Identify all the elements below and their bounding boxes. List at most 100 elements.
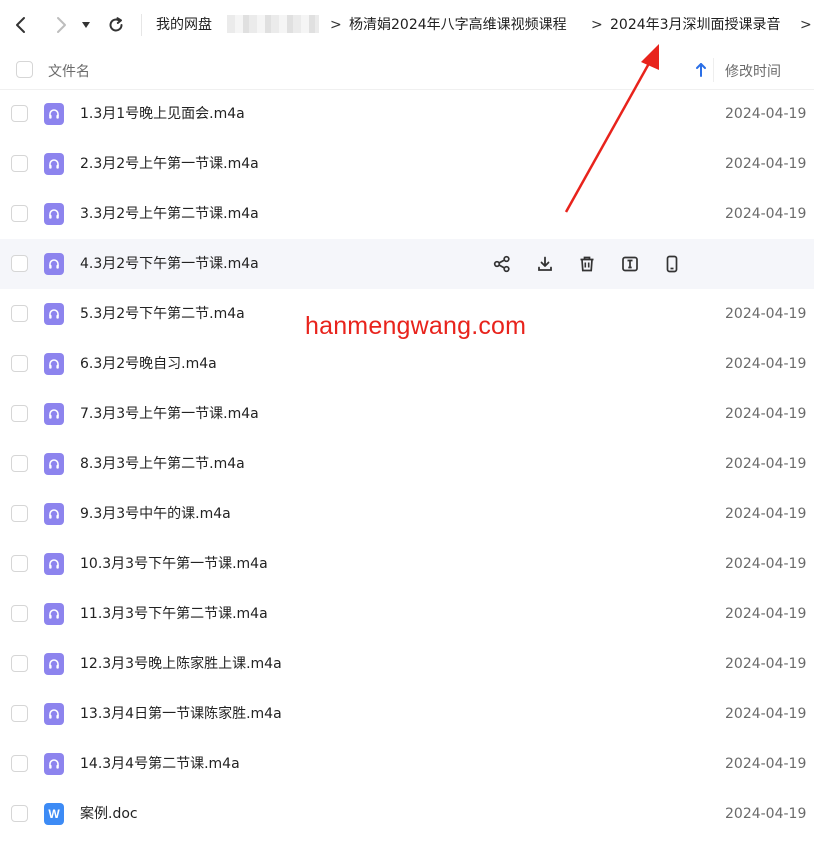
- headphones-glyph: [49, 409, 59, 419]
- column-header-modified-time[interactable]: 修改时间: [725, 61, 781, 81]
- row-checkbox[interactable]: [11, 805, 28, 822]
- row-checkbox[interactable]: [11, 355, 28, 372]
- file-name[interactable]: 7.3月3号上午第一节课.m4a: [80, 404, 259, 424]
- file-name[interactable]: 1.3月1号晚上见面会.m4a: [80, 104, 245, 124]
- file-row[interactable]: 8.3月3号上午第二节.m4a 2024-04-19: [0, 439, 814, 489]
- file-row[interactable]: 12.3月3号晚上陈家胜上课.m4a 2024-04-19: [0, 639, 814, 689]
- file-modified-time: 2024-04-19: [725, 506, 807, 522]
- audio-icon: [44, 303, 64, 325]
- file-name[interactable]: 6.3月2号晚自习.m4a: [80, 354, 217, 374]
- file-row[interactable]: W 案例.doc 2024-04-19: [0, 789, 814, 839]
- headphones-glyph: [49, 259, 59, 269]
- audio-icon: [44, 403, 64, 425]
- file-row[interactable]: 14.3月4号第二节课.m4a 2024-04-19: [0, 739, 814, 789]
- file-name[interactable]: 4.3月2号下午第一节课.m4a: [80, 254, 259, 274]
- download-button[interactable]: [533, 252, 557, 276]
- file-name[interactable]: 8.3月3号上午第二节.m4a: [80, 454, 245, 474]
- file-name[interactable]: 2.3月2号上午第一节课.m4a: [80, 154, 259, 174]
- file-name[interactable]: 14.3月4号第二节课.m4a: [80, 754, 240, 774]
- file-list: 1.3月1号晚上见面会.m4a 2024-04-19 2.3月2号上午第一节课.m4…: [0, 89, 814, 839]
- headphones-glyph: [49, 559, 59, 569]
- headphones-glyph: [49, 659, 59, 669]
- file-modified-time: 2024-04-19: [725, 356, 807, 372]
- chevron-right-icon: [57, 17, 66, 33]
- breadcrumb-item-current[interactable]: 2024年3月深圳面授课录音: [610, 15, 781, 35]
- headphones-glyph: [49, 609, 59, 619]
- file-row[interactable]: 6.3月2号晚自习.m4a 2024-04-19: [0, 339, 814, 389]
- row-checkbox[interactable]: [11, 105, 28, 122]
- history-dropdown-button[interactable]: [76, 10, 96, 40]
- rename-button[interactable]: [618, 252, 642, 276]
- forward-button[interactable]: [46, 10, 76, 40]
- rename-icon: [621, 256, 638, 272]
- file-name[interactable]: 10.3月3号下午第一节课.m4a: [80, 554, 268, 574]
- file-row[interactable]: 10.3月3号下午第一节课.m4a 2024-04-19: [0, 539, 814, 589]
- file-row[interactable]: 1.3月1号晚上见面会.m4a 2024-04-19: [0, 89, 814, 139]
- toolbar: 我的网盘 > 杨清娟2024年八字高维课视频课程 > 2024年3月深圳面授课录…: [0, 0, 814, 50]
- file-modified-time: 2024-04-19: [725, 806, 807, 822]
- breadcrumb-separator: >: [330, 17, 342, 33]
- column-header-name[interactable]: 文件名: [48, 61, 90, 81]
- audio-icon: [44, 703, 64, 725]
- file-modified-time: 2024-04-19: [725, 756, 807, 772]
- headphones-glyph: [49, 509, 59, 519]
- file-modified-time: 2024-04-19: [725, 106, 807, 122]
- row-checkbox[interactable]: [11, 155, 28, 172]
- audio-icon: [44, 753, 64, 775]
- row-checkbox[interactable]: [11, 255, 28, 272]
- audio-icon: [44, 503, 64, 525]
- refresh-button[interactable]: [101, 10, 131, 40]
- row-checkbox[interactable]: [11, 505, 28, 522]
- back-button[interactable]: [6, 10, 36, 40]
- file-name[interactable]: 9.3月3号中午的课.m4a: [80, 504, 231, 524]
- file-name[interactable]: 3.3月2号上午第二节课.m4a: [80, 204, 259, 224]
- file-modified-time: 2024-04-19: [725, 206, 807, 222]
- watermark-text: hanmengwang.com: [305, 312, 527, 340]
- file-row[interactable]: 2.3月2号上午第一节课.m4a 2024-04-19: [0, 139, 814, 189]
- delete-button[interactable]: [575, 252, 599, 276]
- chevron-left-icon: [16, 17, 25, 33]
- share-button[interactable]: [490, 252, 514, 276]
- breadcrumb-root[interactable]: 我的网盘: [156, 15, 212, 35]
- file-row[interactable]: 7.3月3号上午第一节课.m4a 2024-04-19: [0, 389, 814, 439]
- select-all-checkbox[interactable]: [16, 61, 33, 78]
- audio-icon: [44, 103, 64, 125]
- audio-icon: [44, 353, 64, 375]
- row-checkbox[interactable]: [11, 405, 28, 422]
- redacted-breadcrumb: [227, 15, 319, 33]
- row-checkbox[interactable]: [11, 755, 28, 772]
- toolbar-divider: [141, 14, 142, 36]
- row-checkbox[interactable]: [11, 605, 28, 622]
- download-icon: [537, 256, 552, 271]
- file-modified-time: 2024-04-19: [725, 456, 807, 472]
- file-row[interactable]: 13.3月4日第一节课陈家胜.m4a 2024-04-19: [0, 689, 814, 739]
- row-checkbox[interactable]: [11, 555, 28, 572]
- audio-icon: [44, 253, 64, 275]
- sort-ascending-icon[interactable]: [694, 61, 708, 79]
- file-name[interactable]: 13.3月4日第一节课陈家胜.m4a: [80, 704, 282, 724]
- row-checkbox[interactable]: [11, 705, 28, 722]
- file-row[interactable]: 9.3月3号中午的课.m4a 2024-04-19: [0, 489, 814, 539]
- file-modified-time: 2024-04-19: [725, 306, 807, 322]
- file-name[interactable]: 5.3月2号下午第二节.m4a: [80, 304, 245, 324]
- file-row[interactable]: 11.3月3号下午第二节课.m4a 2024-04-19: [0, 589, 814, 639]
- send-to-phone-icon: [666, 255, 678, 273]
- row-checkbox[interactable]: [11, 455, 28, 472]
- headphones-glyph: [49, 109, 59, 119]
- file-row[interactable]: 4.3月2号下午第一节课.m4a: [0, 239, 814, 289]
- breadcrumb-item-course[interactable]: 杨清娟2024年八字高维课视频课程: [349, 15, 567, 35]
- file-name[interactable]: 12.3月3号晚上陈家胜上课.m4a: [80, 654, 282, 674]
- row-checkbox[interactable]: [11, 655, 28, 672]
- audio-icon: [44, 203, 64, 225]
- row-checkbox[interactable]: [11, 205, 28, 222]
- send-to-phone-button[interactable]: [660, 252, 684, 276]
- breadcrumb-separator: >: [591, 17, 603, 33]
- headphones-glyph: [49, 159, 59, 169]
- file-modified-time: 2024-04-19: [725, 156, 807, 172]
- headphones-glyph: [49, 759, 59, 769]
- file-name[interactable]: 11.3月3号下午第二节课.m4a: [80, 604, 268, 624]
- file-modified-time: 2024-04-19: [725, 606, 807, 622]
- file-name[interactable]: 案例.doc: [80, 804, 138, 824]
- row-checkbox[interactable]: [11, 305, 28, 322]
- file-row[interactable]: 3.3月2号上午第二节课.m4a 2024-04-19: [0, 189, 814, 239]
